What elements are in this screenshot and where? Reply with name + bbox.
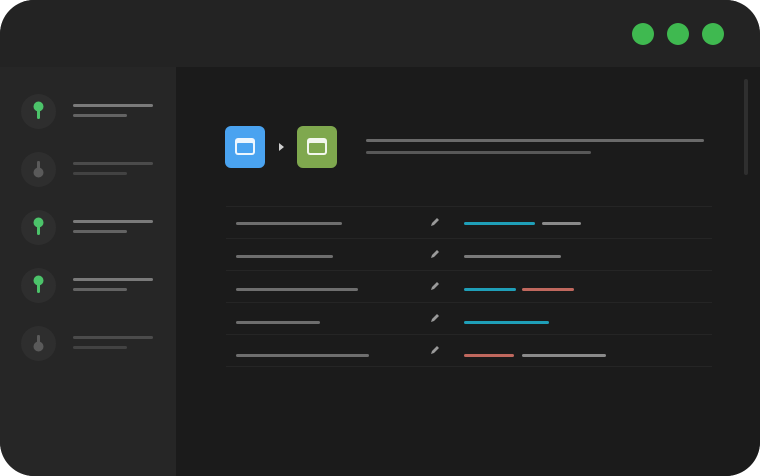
status-badge [21, 152, 56, 187]
sidebar-item-title [73, 162, 153, 165]
status-badge [21, 326, 56, 361]
tag-teal [464, 222, 535, 225]
window-dot-3[interactable] [702, 23, 724, 45]
sidebar-item-1[interactable] [21, 94, 161, 130]
row-label [236, 354, 369, 357]
branch-pin-icon [33, 335, 44, 352]
sidebar-item-4[interactable] [21, 268, 161, 304]
branch-pin-icon [33, 161, 44, 178]
status-badge [21, 94, 56, 129]
window-icon [235, 138, 255, 155]
pencil-icon[interactable] [430, 249, 440, 259]
table-row[interactable] [226, 238, 712, 271]
sidebar-item-title [73, 336, 153, 339]
branch-pin-icon [33, 217, 44, 235]
scrollbar[interactable] [744, 79, 748, 175]
table-row[interactable] [226, 334, 712, 367]
sidebar-item-subtitle [73, 288, 127, 291]
pencil-icon[interactable] [430, 281, 440, 291]
tag-gray [542, 222, 581, 225]
table-row[interactable] [226, 302, 712, 335]
source-app-icon[interactable] [225, 126, 265, 168]
target-app-icon[interactable] [297, 126, 337, 168]
row-label [236, 222, 342, 225]
pencil-icon[interactable] [430, 313, 440, 323]
title-bar [0, 0, 760, 67]
sidebar-item-title [73, 220, 153, 223]
pencil-icon[interactable] [430, 217, 440, 227]
sidebar-item-subtitle [73, 346, 127, 349]
pencil-icon[interactable] [430, 345, 440, 355]
sidebar-item-title [73, 104, 153, 107]
tag-gray [464, 255, 561, 258]
sidebar-item-title [73, 278, 153, 281]
branch-pin-icon [33, 275, 44, 293]
window-icon [307, 138, 327, 155]
chevron-right-icon [279, 143, 284, 151]
sidebar-item-subtitle [73, 172, 127, 175]
tag-red [464, 354, 514, 357]
sidebar-item-2[interactable] [21, 152, 161, 188]
table-divider [226, 366, 712, 368]
sidebar-item-subtitle [73, 114, 127, 117]
sidebar-item-5[interactable] [21, 326, 161, 362]
row-label [236, 321, 320, 324]
tag-gray [522, 354, 606, 357]
branch-pin-icon [33, 101, 44, 119]
table-row[interactable] [226, 270, 712, 303]
tag-teal [464, 288, 516, 291]
sidebar-item-3[interactable] [21, 210, 161, 246]
row-label [236, 288, 358, 291]
row-label [236, 255, 333, 258]
header-title [366, 139, 704, 142]
window-dot-2[interactable] [667, 23, 689, 45]
tag-teal [464, 321, 549, 324]
tag-red [522, 288, 574, 291]
sidebar-item-subtitle [73, 230, 127, 233]
window-dot-1[interactable] [632, 23, 654, 45]
status-badge [21, 210, 56, 245]
table-row[interactable] [226, 206, 712, 239]
app-window [0, 0, 760, 476]
status-badge [21, 268, 56, 303]
header-subtitle [366, 151, 591, 154]
